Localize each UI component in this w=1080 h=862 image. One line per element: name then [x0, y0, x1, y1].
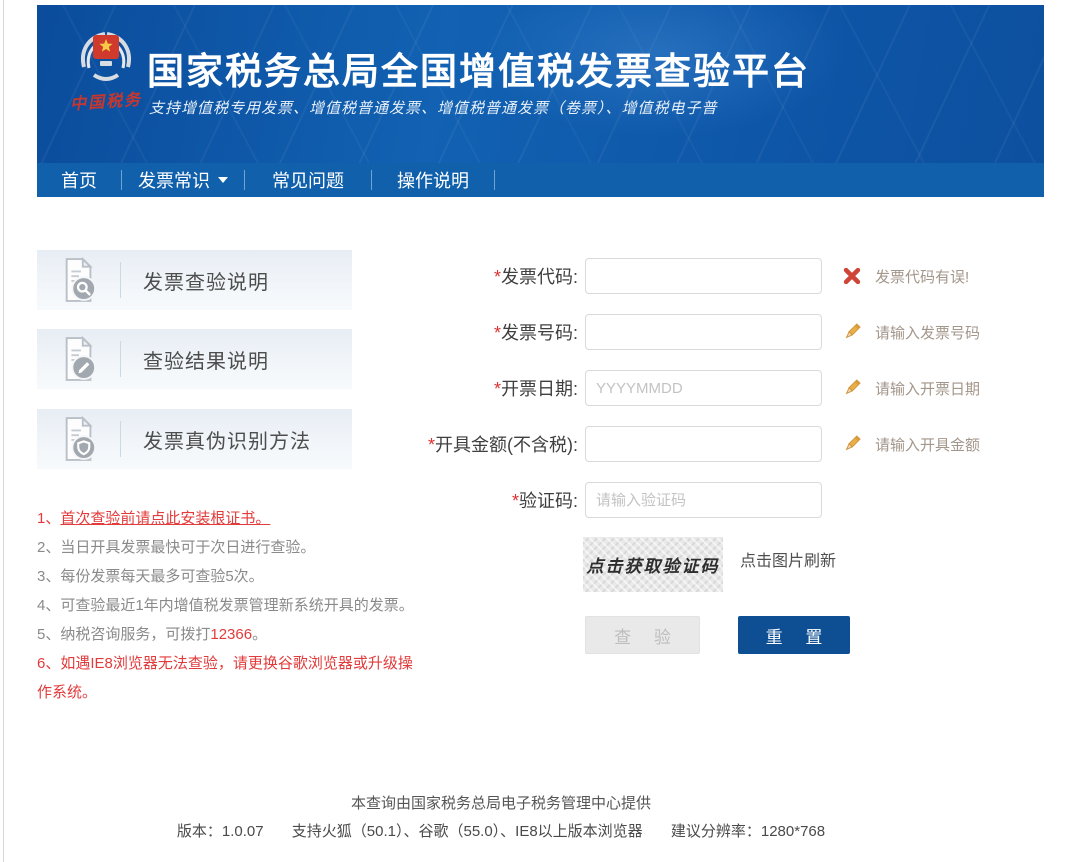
- invoice-code-input[interactable]: [585, 258, 822, 294]
- nav-item-invoice-knowledge[interactable]: 发票常识: [122, 163, 244, 197]
- sidebar-item-label: 发票真伪识别方法: [143, 425, 311, 454]
- page-subtitle: 支持增值税专用发票、增值税普通发票、增值税普通发票（卷票）、增值税电子普: [149, 97, 718, 118]
- invoice-date-input[interactable]: [585, 370, 822, 406]
- nav-item-label: 操作说明: [397, 167, 469, 193]
- nav-item-label: 常见问题: [272, 167, 344, 193]
- logo-text: 中国税务: [57, 85, 154, 116]
- nav-item-home[interactable]: 首页: [37, 163, 121, 197]
- amount-hint: 请输入开具金额: [875, 434, 980, 455]
- reset-button[interactable]: 重 置: [738, 616, 850, 654]
- footer-provider: 本查询由国家税务总局电子税务管理中心提供: [0, 792, 1002, 813]
- doc-search-icon: [60, 257, 98, 303]
- invoice-number-hint: 请输入发票号码: [875, 322, 980, 343]
- divider: [120, 262, 121, 298]
- footer-version-info: 版本：1.0.07 支持火狐（50.1）、谷歌（55.0）、IE8以上版本浏览器…: [0, 820, 1002, 841]
- form-row-invoice-date: *开票日期: 请输入开票日期: [420, 370, 980, 406]
- invoice-number-label: *发票号码:: [420, 319, 585, 345]
- form-row-captcha: *验证码:: [420, 482, 822, 518]
- doc-edit-icon: [60, 336, 98, 382]
- captcha-image[interactable]: 点击获取验证码: [583, 537, 723, 592]
- notes-list: 1、首次查验前请点此安装根证书。 2、当日开具发票最快可于次日进行查验。 3、每…: [37, 504, 425, 707]
- footer-version: 版本：1.0.07: [177, 823, 264, 840]
- amount-input[interactable]: [585, 426, 822, 462]
- form-row-amount: *开具金额(不含税): 请输入开具金额: [420, 426, 980, 462]
- check-button[interactable]: 查 验: [585, 616, 700, 654]
- form-row-invoice-code: *发票代码: 发票代码有误!: [420, 258, 969, 294]
- install-root-certificate-link[interactable]: 首次查验前请点此安装根证书。: [60, 510, 270, 527]
- note-item-4: 4、可查验最近1年内增值税发票管理新系统开具的发票。: [37, 591, 425, 620]
- sidebar-item-label: 发票查验说明: [143, 266, 269, 295]
- nav-item-instructions[interactable]: 操作说明: [372, 163, 494, 197]
- sidebar-item-label: 查验结果说明: [143, 345, 269, 374]
- sidebar-item-result-explanation[interactable]: 查验结果说明: [37, 329, 352, 389]
- invoice-date-label: *开票日期:: [420, 375, 585, 401]
- captcha-label: *验证码:: [420, 487, 585, 513]
- nav-item-label: 首页: [61, 167, 97, 193]
- chevron-down-icon: [218, 177, 228, 183]
- doc-shield-icon: [60, 416, 98, 462]
- page-edge-line: [3, 0, 4, 862]
- invoice-code-label: *发票代码:: [420, 263, 585, 289]
- footer-resolution: 建议分辨率：1280*768: [671, 823, 825, 840]
- invoice-number-input[interactable]: [585, 314, 822, 350]
- site-banner: 中国税务 国家税务总局全国增值税发票查验平台 支持增值税专用发票、增值税普通发票…: [37, 5, 1044, 163]
- pencil-icon: [842, 434, 862, 454]
- pencil-icon: [842, 322, 862, 342]
- nav-item-label: 发票常识: [138, 167, 210, 193]
- nav-separator: [494, 170, 495, 190]
- note-item-6: 6、如遇IE8浏览器无法查验，请更换谷歌浏览器或升级操作系统。: [37, 649, 425, 707]
- tax-bureau-logo: 中国税务: [58, 23, 154, 112]
- nav-item-faq[interactable]: 常见问题: [245, 163, 371, 197]
- note-item-1: 1、首次查验前请点此安装根证书。: [37, 504, 425, 533]
- invoice-code-error-hint: 发票代码有误!: [875, 266, 969, 287]
- national-tax-emblem-icon: [72, 23, 140, 87]
- divider: [120, 421, 121, 457]
- page-title: 国家税务总局全国增值税发票查验平台: [147, 41, 810, 95]
- captcha-input[interactable]: [585, 482, 822, 518]
- sidebar-item-check-instructions[interactable]: 发票查验说明: [37, 250, 352, 310]
- captcha-refresh-hint: 点击图片刷新: [740, 537, 836, 592]
- divider: [120, 341, 121, 377]
- note-item-2: 2、当日开具发票最快可于次日进行查验。: [37, 533, 425, 562]
- error-x-icon: [842, 266, 862, 286]
- note-item-5: 5、纳税咨询服务，可拨打12366。: [37, 620, 425, 649]
- form-row-invoice-number: *发票号码: 请输入发票号码: [420, 314, 980, 350]
- sidebar-item-authenticity-methods[interactable]: 发票真伪识别方法: [37, 409, 352, 469]
- pencil-icon: [842, 378, 862, 398]
- main-nav: 首页 发票常识 常见问题 操作说明: [37, 163, 1044, 197]
- hotline-number: 12366: [210, 626, 252, 643]
- invoice-date-hint: 请输入开票日期: [875, 378, 980, 399]
- amount-label: *开具金额(不含税):: [420, 431, 585, 457]
- note-item-3: 3、每份发票每天最多可查验5次。: [37, 562, 425, 591]
- footer-browser-support: 支持火狐（50.1）、谷歌（55.0）、IE8以上版本浏览器: [292, 823, 643, 840]
